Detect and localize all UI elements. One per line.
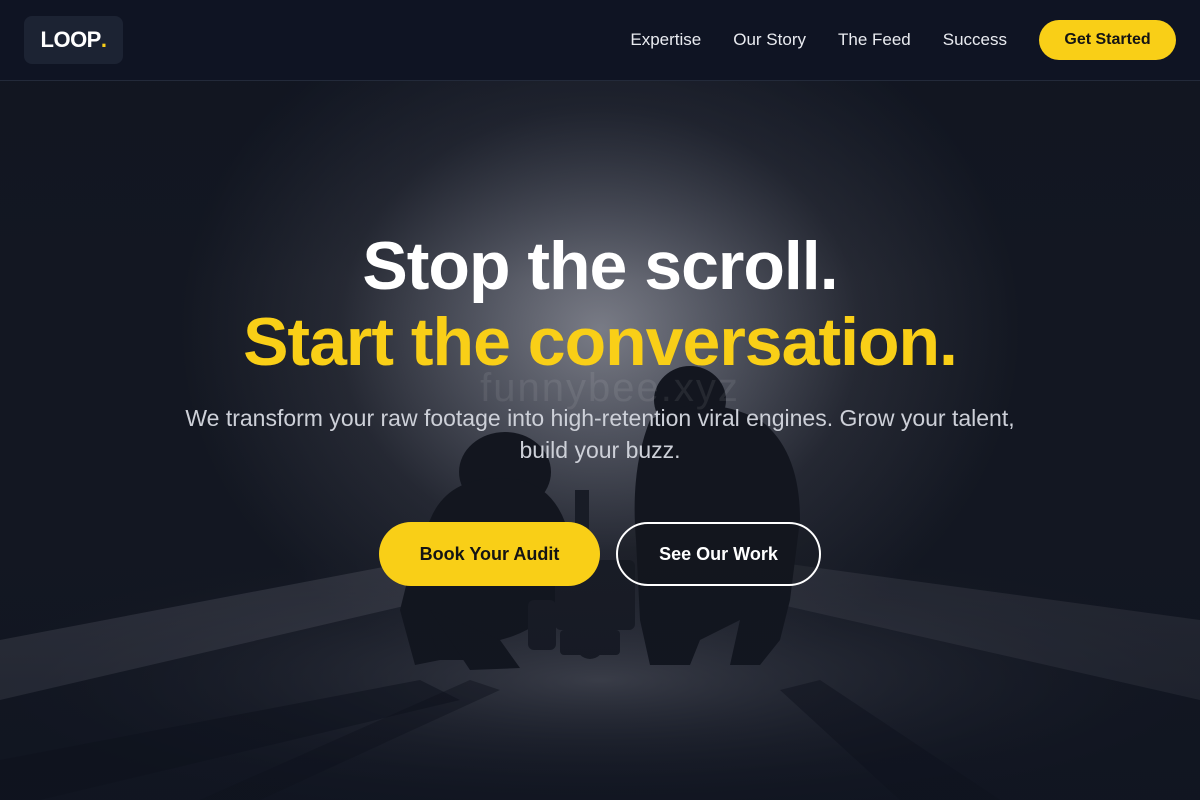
hero-headline-line-1: Stop the scroll. xyxy=(362,228,838,304)
nav-link-our-story[interactable]: Our Story xyxy=(733,30,806,50)
nav-link-success[interactable]: Success xyxy=(943,30,1007,50)
hero-headline-line-2: Start the conversation. xyxy=(243,304,958,380)
landing-page: LOOP. Expertise Our Story The Feed Succe… xyxy=(0,0,1200,800)
get-started-button[interactable]: Get Started xyxy=(1039,20,1176,60)
book-audit-button[interactable]: Book Your Audit xyxy=(379,522,600,586)
main-nav: Expertise Our Story The Feed Success Get… xyxy=(630,20,1176,60)
brand-logo[interactable]: LOOP. xyxy=(24,16,123,64)
hero-subtext: We transform your raw footage into high-… xyxy=(185,405,1015,463)
nav-link-the-feed[interactable]: The Feed xyxy=(838,30,911,50)
see-our-work-button[interactable]: See Our Work xyxy=(616,522,821,586)
brand-dot: . xyxy=(100,27,107,52)
top-navbar: LOOP. Expertise Our Story The Feed Succe… xyxy=(0,0,1200,81)
brand-name: LOOP xyxy=(40,27,102,52)
nav-link-expertise[interactable]: Expertise xyxy=(630,30,701,50)
hero-section: Stop the scroll. Start the conversation.… xyxy=(0,226,1200,586)
hero-cta-group: Book Your Audit See Our Work xyxy=(379,522,821,586)
